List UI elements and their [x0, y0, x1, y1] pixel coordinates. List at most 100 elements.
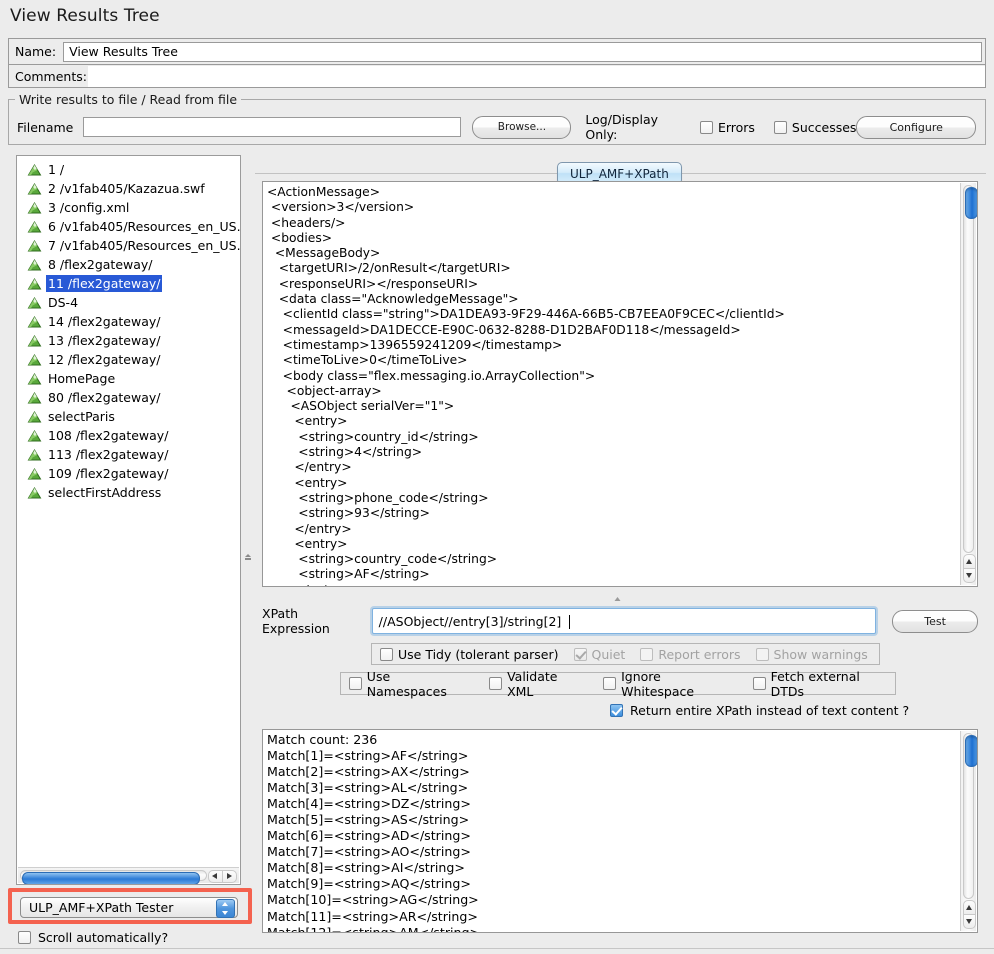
results-tree-list[interactable]: 1 /2 /v1fab405/Kazazua.swf3 /config.xml 6…	[17, 156, 240, 502]
vertical-splitter[interactable]	[241, 155, 255, 885]
successes-label: Successes	[792, 120, 857, 135]
tree-item[interactable]: 13 /flex2gateway/	[23, 331, 240, 350]
tree-item[interactable]: 108 /flex2gateway/	[23, 426, 240, 445]
tree-item[interactable]: 109 /flex2gateway/	[23, 464, 240, 483]
validate-xml-label: Validate XML	[507, 669, 586, 699]
tree-item[interactable]: 12 /flex2gateway/	[23, 350, 240, 369]
parser-options-group: Use Namespaces Validate XML Ignore White…	[340, 672, 896, 695]
tree-item-label: 3 /config.xml	[46, 199, 131, 216]
checkbox-icon	[640, 648, 653, 661]
quiet-checkbox: Quiet	[574, 647, 626, 662]
scroll-right-arrow-icon[interactable]	[222, 870, 237, 883]
return-entire-xpath-checkbox[interactable]: Return entire XPath instead of text cont…	[610, 703, 909, 718]
tree-item[interactable]: DS-4	[23, 293, 240, 312]
xml-vertical-scrollbar[interactable]	[960, 183, 976, 585]
checkbox-icon	[574, 648, 587, 661]
green-triangle-icon	[27, 448, 42, 462]
scroll-up-arrow-icon[interactable]	[963, 554, 976, 569]
green-triangle-icon	[27, 220, 42, 234]
scroll-left-arrow-icon[interactable]	[208, 870, 223, 883]
tree-item[interactable]: 8 /flex2gateway/	[23, 255, 240, 274]
green-triangle-icon	[27, 315, 42, 329]
tree-item-label: selectFirstAddress	[46, 484, 163, 501]
quiet-label: Quiet	[592, 647, 626, 662]
successes-checkbox[interactable]: Successes	[774, 120, 857, 135]
test-button[interactable]: Test	[892, 610, 978, 633]
green-triangle-icon	[27, 334, 42, 348]
stepper-icon[interactable]	[216, 899, 235, 918]
fetch-external-dtds-checkbox[interactable]: Fetch external DTDs	[753, 669, 895, 699]
scrollbar-thumb[interactable]	[22, 872, 200, 885]
checkbox-icon	[18, 931, 31, 944]
tree-item[interactable]: selectFirstAddress	[23, 483, 240, 502]
view-results-tree-window: View Results Tree Name: View Results Tre…	[0, 0, 994, 954]
renderer-combobox[interactable]: ULP_AMF+XPath Tester	[20, 897, 238, 918]
tree-item[interactable]: 1 /	[23, 160, 240, 179]
comments-input[interactable]	[87, 66, 985, 87]
configure-button[interactable]: Configure	[856, 116, 976, 139]
tree-item[interactable]: selectParis	[23, 407, 240, 426]
scrollbar-thumb[interactable]	[965, 187, 978, 219]
tree-item-label: 14 /flex2gateway/	[46, 313, 162, 330]
tree-item[interactable]: 7 /v1fab405/Resources_en_US.s	[23, 236, 240, 255]
match-results-panel[interactable]: Match count: 236 Match[1]=<string>AF</st…	[262, 729, 978, 933]
xml-content-text: <ActionMessage> <version>3</version> <he…	[267, 185, 955, 587]
results-tree-panel[interactable]: 1 /2 /v1fab405/Kazazua.swf3 /config.xml 6…	[16, 155, 241, 885]
renderer-selector-wrap: ULP_AMF+XPath Tester	[14, 894, 246, 918]
green-triangle-icon	[27, 277, 42, 291]
tree-item[interactable]: 6 /v1fab405/Resources_en_US.s	[23, 217, 240, 236]
tree-item-label: 8 /flex2gateway/	[46, 256, 155, 273]
green-triangle-icon	[27, 296, 42, 310]
tree-item-label: 12 /flex2gateway/	[46, 351, 162, 368]
green-triangle-icon	[27, 163, 42, 177]
browse-button[interactable]: Browse...	[472, 116, 571, 139]
tree-item-label: DS-4	[46, 294, 80, 311]
fetch-external-dtds-label: Fetch external DTDs	[771, 669, 895, 699]
scrollbar-track[interactable]	[963, 185, 974, 553]
green-triangle-icon	[27, 258, 42, 272]
scrollbar-thumb[interactable]	[965, 735, 978, 767]
tree-item[interactable]: 80 /flex2gateway/	[23, 388, 240, 407]
validate-xml-checkbox[interactable]: Validate XML	[489, 669, 586, 699]
checkbox-icon	[610, 704, 623, 717]
use-namespaces-label: Use Namespaces	[367, 669, 472, 699]
filename-input[interactable]	[83, 117, 461, 137]
comments-label: Comments:	[9, 69, 87, 84]
checkbox-icon	[489, 677, 502, 690]
errors-checkbox[interactable]: Errors	[700, 120, 755, 135]
name-input[interactable]: View Results Tree	[63, 42, 982, 62]
green-triangle-icon	[27, 467, 42, 481]
tree-item[interactable]: 11 /flex2gateway/	[23, 274, 240, 293]
text-caret	[569, 615, 570, 629]
tree-item[interactable]: HomePage	[23, 369, 240, 388]
green-triangle-icon	[27, 353, 42, 367]
tree-item[interactable]: 14 /flex2gateway/	[23, 312, 240, 331]
tree-item-label: 109 /flex2gateway/	[46, 465, 170, 482]
scroll-automatically-checkbox[interactable]: Scroll automatically?	[18, 930, 168, 945]
scroll-up-arrow-icon[interactable]	[963, 900, 976, 915]
match-results-text: Match count: 236 Match[1]=<string>AF</st…	[267, 732, 955, 933]
comments-row: Comments:	[8, 64, 986, 88]
splitter-grip-icon	[245, 550, 251, 557]
tidy-options-group: Use Tidy (tolerant parser) Quiet Report …	[371, 643, 880, 665]
ignore-whitespace-checkbox[interactable]: Ignore Whitespace	[603, 669, 735, 699]
tree-item[interactable]: 3 /config.xml	[23, 198, 240, 217]
scrollbar-track[interactable]	[20, 870, 207, 881]
tree-item[interactable]: 113 /flex2gateway/	[23, 445, 240, 464]
green-triangle-icon	[27, 429, 42, 443]
xpath-expression-value: //ASObject//entry[3]/string[2]	[379, 614, 562, 629]
checkbox-icon	[700, 121, 713, 134]
xml-content-panel[interactable]: <ActionMessage> <version>3</version> <he…	[262, 181, 978, 587]
use-namespaces-checkbox[interactable]: Use Namespaces	[349, 669, 472, 699]
scrollbar-track[interactable]	[963, 733, 974, 899]
xpath-expression-input[interactable]: //ASObject//entry[3]/string[2]	[372, 608, 877, 634]
horizontal-splitter[interactable]	[262, 589, 978, 601]
tree-horizontal-scrollbar[interactable]	[18, 867, 239, 883]
tree-item-label: 6 /v1fab405/Resources_en_US.s	[46, 218, 241, 235]
tree-item-label: 13 /flex2gateway/	[46, 332, 162, 349]
results-vertical-scrollbar[interactable]	[960, 731, 976, 931]
use-tidy-checkbox[interactable]: Use Tidy (tolerant parser)	[380, 647, 559, 662]
tree-item[interactable]: 2 /v1fab405/Kazazua.swf	[23, 179, 240, 198]
scroll-down-arrow-icon[interactable]	[963, 914, 976, 929]
scroll-down-arrow-icon[interactable]	[963, 568, 976, 583]
